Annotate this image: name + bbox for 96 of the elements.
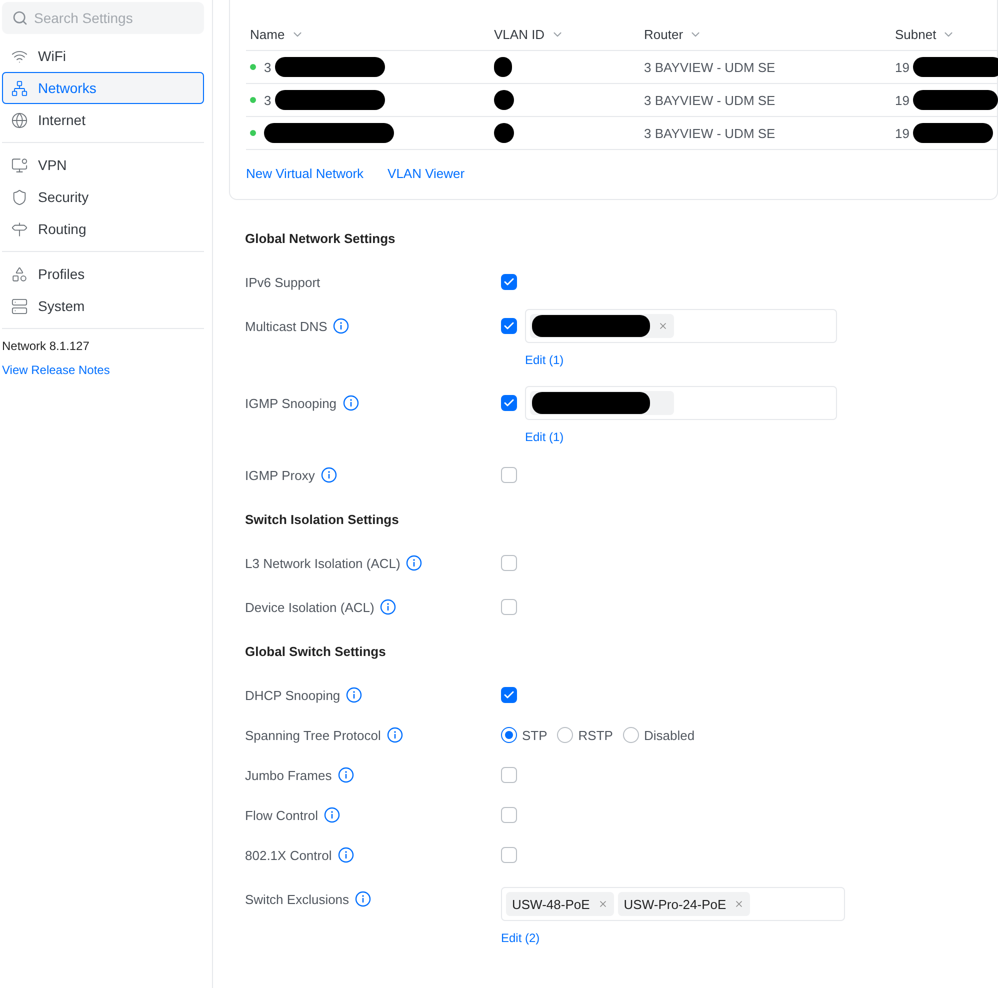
radio-button[interactable]: [622, 727, 639, 743]
redaction-mark: [494, 57, 512, 77]
check-icon: [503, 689, 515, 701]
sidebar-item[interactable]: Profiles: [2, 258, 204, 290]
radio-label[interactable]: RSTP: [578, 728, 613, 742]
setting-label: IGMP Snooping: [245, 396, 337, 410]
subnet-text: 19: [895, 126, 910, 140]
column-header[interactable]: VLAN ID: [490, 18, 640, 51]
sidebar-item[interactable]: System: [2, 290, 204, 322]
tag-field[interactable]: [525, 386, 837, 420]
server-icon: [11, 298, 28, 314]
sidebar-item[interactable]: Internet: [2, 104, 204, 136]
info-icon[interactable]: [320, 467, 337, 483]
table-cell: 3 BAYVIEW - UDM SE: [640, 51, 891, 84]
sidebar-item[interactable]: Security: [2, 181, 204, 213]
redaction-mark: [494, 123, 514, 143]
checkbox[interactable]: [501, 767, 517, 783]
search-icon: [12, 10, 28, 26]
version-text: Network 8.1.127: [2, 339, 90, 353]
globe-icon: [11, 112, 28, 128]
column-header[interactable]: Router: [640, 18, 891, 51]
status-dot: [250, 130, 256, 136]
info-icon[interactable]: [380, 599, 396, 615]
checkbox[interactable]: [501, 555, 517, 571]
radio-button[interactable]: [557, 727, 574, 743]
info-icon[interactable]: [324, 807, 340, 823]
setting-label: IGMP Proxy: [245, 468, 315, 482]
status-dot: [250, 64, 256, 70]
subnet-text: 19: [895, 92, 910, 108]
monitor-icon: [11, 156, 28, 174]
radio-label[interactable]: STP: [522, 728, 548, 742]
checkbox[interactable]: [501, 599, 517, 615]
network-icon: [11, 80, 28, 96]
info-icon[interactable]: [406, 555, 422, 571]
setting-label: Multicast DNS: [245, 318, 328, 334]
setting-label: IPv6 Support: [245, 274, 320, 290]
section-heading: Global Switch Settings: [245, 642, 387, 661]
status-dot: [250, 97, 256, 103]
checkbox[interactable]: [501, 395, 517, 411]
sidebar-item[interactable]: WiFi: [2, 40, 204, 72]
setting-label: Device Isolation (ACL): [245, 600, 374, 614]
setting-label: Jumbo Frames: [245, 768, 332, 782]
setting-label: Flow Control: [245, 808, 318, 822]
action-link[interactable]: VLAN Viewer: [388, 166, 465, 181]
section-heading: Switch Isolation Settings: [245, 510, 400, 529]
info-icon[interactable]: [342, 395, 359, 411]
network-name: 3: [264, 92, 272, 108]
setting-label: 802.1X Control: [245, 848, 332, 862]
table-cell: 3 BAYVIEW - UDM SE: [640, 84, 891, 117]
search-field[interactable]: Search Settings: [2, 2, 204, 34]
shapes-icon: [11, 266, 28, 282]
checkbox[interactable]: [501, 274, 517, 290]
check-icon: [503, 320, 515, 332]
action-link[interactable]: New Virtual Network: [246, 166, 364, 181]
info-icon[interactable]: [386, 727, 403, 743]
redaction-mark: [494, 90, 514, 110]
edit-link[interactable]: Edit (2): [501, 931, 845, 945]
column-header[interactable]: Subnet: [891, 18, 998, 51]
signpost-icon: [11, 220, 28, 238]
checkbox[interactable]: [501, 687, 517, 703]
sidebar-item[interactable]: VPN: [2, 149, 204, 181]
remove-icon[interactable]: [658, 321, 668, 331]
checkbox[interactable]: [501, 807, 517, 823]
info-icon[interactable]: [338, 847, 354, 863]
remove-icon[interactable]: [598, 899, 608, 909]
edit-link[interactable]: Edit (1): [525, 353, 837, 367]
column-header[interactable]: Name: [246, 18, 490, 51]
table-cell: 3 BAYVIEW - UDM SE: [640, 117, 891, 150]
checkbox[interactable]: [501, 318, 517, 334]
setting-label: Spanning Tree Protocol: [245, 728, 381, 742]
tag-field[interactable]: [525, 309, 837, 343]
sidebar-item[interactable]: Networks: [2, 72, 204, 104]
info-icon[interactable]: [346, 687, 362, 703]
check-icon: [503, 276, 515, 288]
shield-icon: [11, 188, 28, 206]
info-icon[interactable]: [355, 891, 372, 907]
checkbox[interactable]: [501, 847, 517, 863]
release-notes-link[interactable]: View Release Notes: [2, 363, 110, 377]
radio-label[interactable]: Disabled: [644, 728, 695, 742]
network-name: 3: [264, 60, 272, 74]
sidebar-item[interactable]: Routing: [2, 213, 204, 245]
tag-field[interactable]: USW-48-PoE USW-Pro-24-PoE: [501, 887, 845, 921]
tag-chip: USW-Pro-24-PoE: [618, 892, 750, 916]
tag-chip: USW-48-PoE: [506, 892, 614, 916]
radio-button[interactable]: [501, 727, 517, 743]
check-icon: [503, 397, 515, 409]
info-icon[interactable]: [333, 318, 350, 334]
section-heading: Global Network Settings: [245, 230, 396, 248]
setting-label: L3 Network Isolation (ACL): [245, 556, 400, 570]
setting-label: DHCP Snooping: [245, 688, 340, 702]
checkbox[interactable]: [501, 467, 517, 483]
subnet-text: 19: [895, 60, 910, 74]
edit-link[interactable]: Edit (1): [525, 430, 837, 444]
info-icon[interactable]: [338, 767, 354, 783]
remove-icon[interactable]: [734, 899, 744, 909]
setting-label: Switch Exclusions: [245, 892, 350, 906]
